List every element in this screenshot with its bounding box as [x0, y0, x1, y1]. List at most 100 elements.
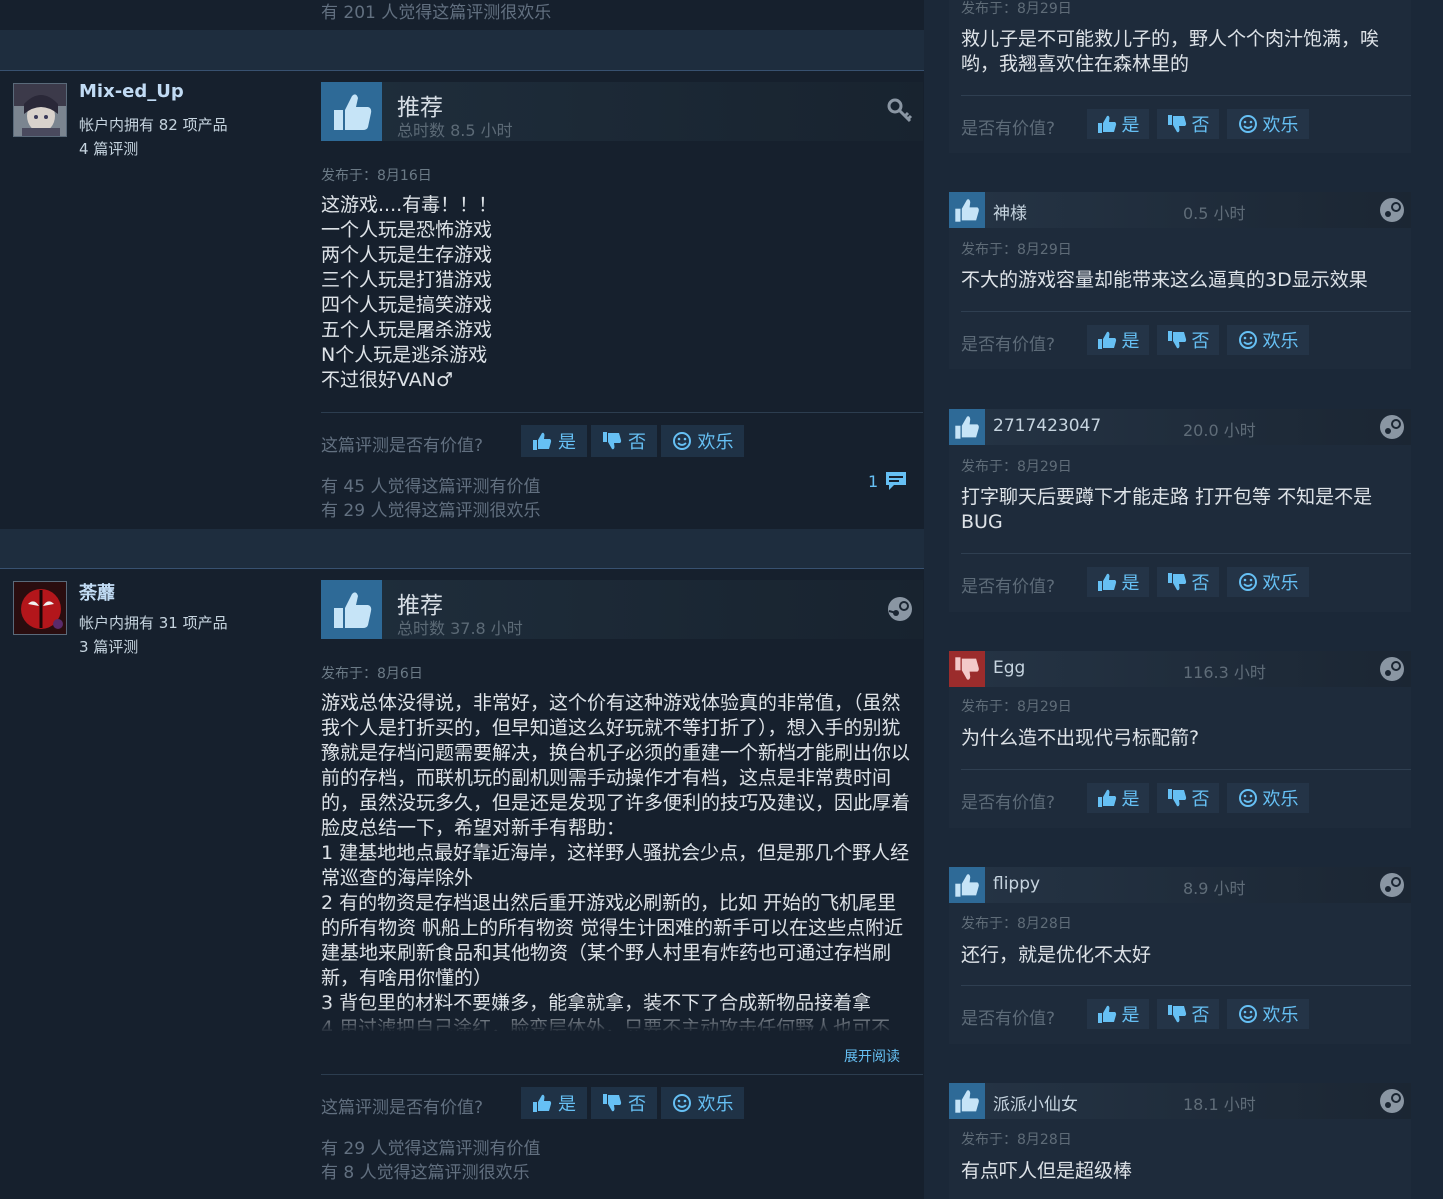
thumbs-up-icon [949, 867, 985, 903]
vote-funny-button[interactable]: 欢乐 [1227, 783, 1309, 813]
comment-link[interactable]: 1 [868, 470, 908, 492]
steam-icon [1379, 872, 1405, 898]
review-text: 有点吓人但是超级棒 [961, 1160, 1133, 1182]
divider [961, 985, 1411, 986]
divider [321, 1074, 923, 1075]
steam-icon [1379, 1088, 1405, 1114]
thumbs-up-icon [1097, 114, 1117, 134]
thumbs-up-icon [949, 192, 985, 228]
divider [961, 95, 1411, 96]
divider [961, 769, 1411, 770]
author-review-count[interactable]: 4 篇评测 [79, 138, 138, 159]
avatar[interactable] [13, 83, 67, 137]
review-text: 这游戏....有毒！！！ 一个人玩是恐怖游戏 两个人玩是生存游戏 三个人玩是打猎… [321, 194, 498, 391]
speech-bubble-icon [884, 470, 908, 492]
playtime: 20.0 小时 [1183, 421, 1256, 440]
sidebar-review-header[interactable]: Egg 116.3 小时 [949, 651, 1411, 687]
verdict-bar[interactable]: 推荐 总时数 37.8 小时 [321, 580, 923, 639]
vote-funny-button[interactable]: 欢乐 [1227, 999, 1309, 1029]
sidebar-review-header[interactable]: flippy 8.9 小时 [949, 867, 1411, 903]
verdict-bar[interactable]: 推荐 总时数 8.5 小时 [321, 82, 923, 141]
sidebar-review-header[interactable]: 派派小仙女 18.1 小时 [949, 1083, 1411, 1119]
reviewer-name[interactable]: 神様 [993, 199, 1027, 224]
steam-icon [1379, 656, 1405, 682]
expand-link[interactable]: 展开阅读 [844, 1046, 900, 1066]
thumbs-up-icon [532, 1093, 552, 1113]
funny-count-text: 有 8 人觉得这篇评测很欢乐 [321, 1163, 530, 1183]
thumbs-down-icon [602, 431, 622, 451]
vote-no-label: 否 [1191, 789, 1210, 810]
smiley-icon [672, 1093, 692, 1113]
author-products[interactable]: 帐户内拥有 82 项产品 [79, 114, 228, 135]
smiley-icon [1238, 572, 1258, 592]
review-gap [0, 529, 924, 568]
vote-yes-button[interactable]: 是 [521, 1087, 587, 1119]
posted-date: 发布于：8月29日 [961, 242, 1072, 258]
playtime: 18.1 小时 [1183, 1095, 1256, 1114]
sidebar-review-card: 发布于：8月29日 救儿子是不可能救儿子的，野人个个肉汁饱满，唉哟，我翘喜欢住在… [949, 0, 1411, 153]
vote-yes-button[interactable]: 是 [1087, 999, 1149, 1029]
vote-funny-label: 欢乐 [1262, 115, 1299, 136]
vote-no-label: 否 [1191, 331, 1210, 352]
vote-yes-button[interactable]: 是 [1087, 567, 1149, 597]
vote-yes-button[interactable]: 是 [1087, 109, 1149, 139]
review-text: 不大的游戏容量却能带来这么逼真的3D显示效果 [961, 269, 1368, 291]
vote-no-button[interactable]: 否 [1157, 783, 1219, 813]
posted-date: 发布于：8月28日 [961, 916, 1072, 932]
text-fade [321, 1005, 913, 1033]
helpful-question: 这篇评测是否有价值? [321, 436, 484, 456]
reviewer-name[interactable]: Egg [993, 658, 1025, 678]
vote-funny-button[interactable]: 欢乐 [661, 1087, 744, 1119]
thumbs-down-icon [1167, 330, 1187, 350]
review-text: 还行，就是优化不太好 [961, 944, 1152, 966]
thumbs-up-icon [321, 82, 382, 141]
author-review-count[interactable]: 3 篇评测 [79, 636, 138, 657]
reviewer-name[interactable]: 派派小仙女 [993, 1090, 1078, 1115]
helpful-count-text: 有 29 人觉得这篇评测有价值 [321, 1139, 541, 1159]
thumbs-down-icon [1167, 1004, 1187, 1024]
sidebar-review-header[interactable]: 神様 0.5 小时 [949, 192, 1411, 228]
recent-reviews-sidebar: 发布于：8月29日 救儿子是不可能救儿子的，野人个个肉汁饱满，唉哟，我翘喜欢住在… [949, 0, 1411, 1199]
thumbs-up-icon [949, 1083, 985, 1119]
playtime: 0.5 小时 [1183, 204, 1246, 223]
review-text: 救儿子是不可能救儿子的，野人个个肉汁饱满，唉哟，我翘喜欢住在森林里的 [961, 28, 1380, 75]
smiley-icon [672, 431, 692, 451]
helpful-count-text: 有 45 人觉得这篇评测有价值 [321, 477, 541, 497]
vote-yes-button[interactable]: 是 [521, 425, 587, 457]
avatar[interactable] [13, 581, 67, 635]
vote-no-button[interactable]: 否 [1157, 325, 1219, 355]
thumbs-up-icon [532, 431, 552, 451]
vote-no-button[interactable]: 否 [1157, 109, 1219, 139]
vote-yes-label: 是 [1121, 115, 1140, 136]
vote-yes-button[interactable]: 是 [1087, 325, 1149, 355]
reviewer-name[interactable]: 2717423047 [993, 416, 1101, 436]
vote-no-button[interactable]: 否 [591, 425, 657, 457]
funny-count-text: 有 29 人觉得这篇评测很欢乐 [321, 501, 541, 521]
vote-yes-label: 是 [1121, 331, 1140, 352]
helpful-question: 是否有价值? [961, 577, 1056, 597]
sidebar-review-card: flippy 8.9 小时 发布于：8月28日 还行，就是优化不太好 是否有价值… [949, 867, 1411, 1044]
vote-yes-label: 是 [558, 1094, 576, 1115]
thumbs-up-icon [1097, 572, 1117, 592]
reviewer-name[interactable]: flippy [993, 874, 1040, 894]
author-name[interactable]: 荼蘼 [79, 579, 115, 605]
sidebar-review-card: Egg 116.3 小时 发布于：8月29日 为什么造不出现代弓标配箭? 是否有… [949, 651, 1411, 828]
posted-date: 发布于：8月29日 [961, 699, 1072, 715]
playtime: 总时数 8.5 小时 [397, 121, 513, 140]
author-name[interactable]: Mix-ed_Up [79, 81, 184, 102]
vote-no-button[interactable]: 否 [591, 1087, 657, 1119]
posted-date: 发布于：8月29日 [961, 459, 1072, 475]
vote-funny-button[interactable]: 欢乐 [661, 425, 744, 457]
vote-yes-label: 是 [558, 432, 576, 453]
vote-no-button[interactable]: 否 [1157, 999, 1219, 1029]
sidebar-review-header[interactable]: 2717423047 20.0 小时 [949, 409, 1411, 445]
author-products[interactable]: 帐户内拥有 31 项产品 [79, 612, 228, 633]
sidebar-review-card: 神様 0.5 小时 发布于：8月29日 不大的游戏容量却能带来这么逼真的3D显示… [949, 192, 1411, 369]
vote-yes-button[interactable]: 是 [1087, 783, 1149, 813]
vote-no-label: 否 [1191, 573, 1210, 594]
vote-no-button[interactable]: 否 [1157, 567, 1219, 597]
vote-funny-button[interactable]: 欢乐 [1227, 567, 1309, 597]
vote-funny-button[interactable]: 欢乐 [1227, 325, 1309, 355]
vote-funny-button[interactable]: 欢乐 [1227, 109, 1309, 139]
thumbs-up-icon [1097, 330, 1117, 350]
